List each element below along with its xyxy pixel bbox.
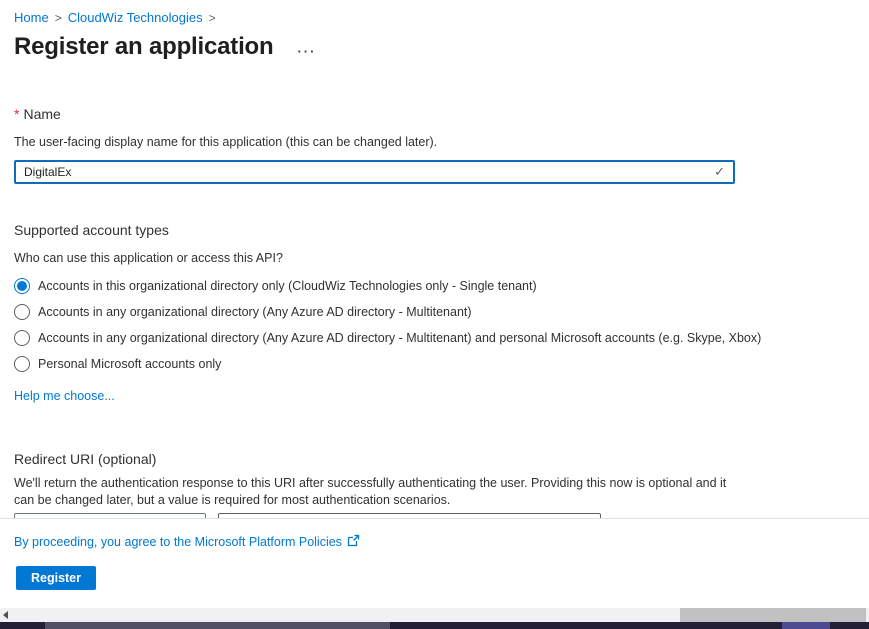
account-types-question: Who can use this application or access t…: [14, 251, 855, 265]
help-link-row: Help me choose...: [14, 387, 855, 405]
radio-option-multitenant-personal[interactable]: Accounts in any organizational directory…: [14, 325, 855, 351]
required-marker: *: [14, 106, 19, 122]
breadcrumb-separator-icon: >: [55, 11, 62, 25]
horizontal-scrollbar[interactable]: [0, 608, 869, 622]
breadcrumb: Home > CloudWiz Technologies >: [14, 10, 855, 26]
bottom-strip-segment: [45, 622, 390, 629]
register-button[interactable]: Register: [16, 566, 96, 590]
platform-policies-link[interactable]: By proceeding, you agree to the Microsof…: [14, 534, 360, 550]
external-link-icon: [347, 534, 360, 550]
breadcrumb-home-link[interactable]: Home: [14, 10, 49, 25]
supported-account-types-heading: Supported account types: [14, 222, 855, 238]
radio-option-single-tenant[interactable]: Accounts in this organizational director…: [14, 273, 855, 299]
name-input-wrap: ✓: [14, 160, 735, 184]
radio-icon[interactable]: [14, 304, 30, 320]
more-options-icon[interactable]: ···: [297, 47, 316, 57]
name-label-text: Name: [23, 106, 60, 122]
page-title: Register an application: [14, 34, 273, 60]
radio-option-label: Accounts in any organizational directory…: [38, 331, 761, 345]
radio-option-label: Accounts in any organizational directory…: [38, 305, 472, 319]
help-me-choose-link[interactable]: Help me choose...: [14, 389, 115, 403]
radio-icon[interactable]: [14, 356, 30, 372]
radio-option-personal-only[interactable]: Personal Microsoft accounts only: [14, 351, 855, 377]
name-input[interactable]: [14, 160, 735, 184]
redirect-uri-description: We'll return the authentication response…: [14, 475, 742, 509]
bottom-dark-strip: [0, 622, 869, 629]
redirect-uri-heading: Redirect URI (optional): [14, 451, 855, 467]
register-application-page: Home > CloudWiz Technologies > Register an …: [0, 0, 869, 629]
name-field-description: The user-facing display name for this ap…: [14, 135, 855, 149]
platform-policies-link-text: By proceeding, you agree to the Microsof…: [14, 535, 342, 549]
title-row: Register an application ···: [14, 34, 855, 60]
radio-icon[interactable]: [14, 330, 30, 346]
scrollbar-thumb[interactable]: [680, 608, 866, 622]
sticky-footer: By proceeding, you agree to the Microsof…: [0, 518, 869, 608]
scroll-left-arrow-icon[interactable]: [3, 611, 8, 619]
radio-option-label: Personal Microsoft accounts only: [38, 357, 221, 371]
breadcrumb-cloudwiz-link[interactable]: CloudWiz Technologies: [68, 10, 203, 25]
name-field-label: *Name: [14, 106, 855, 122]
account-types-radio-group: Accounts in this organizational director…: [14, 273, 855, 377]
breadcrumb-separator-icon: >: [209, 11, 216, 25]
page-content: Home > CloudWiz Technologies > Register an …: [0, 0, 869, 553]
radio-option-multitenant[interactable]: Accounts in any organizational directory…: [14, 299, 855, 325]
radio-icon[interactable]: [14, 278, 30, 294]
bottom-strip-segment-accent: [782, 622, 830, 629]
radio-option-label: Accounts in this organizational director…: [38, 279, 537, 293]
